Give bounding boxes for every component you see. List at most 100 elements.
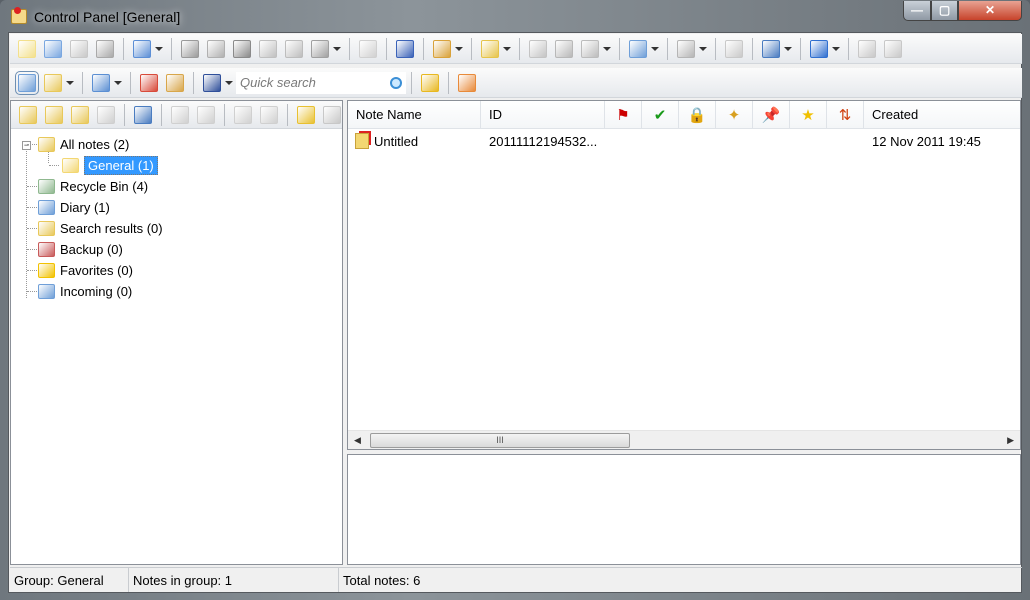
note-info-icon[interactable] [140,73,158,92]
tree-connector [27,186,37,187]
group-properties-icon[interactable] [134,105,152,124]
tree-connector [27,228,37,229]
client-area: Quick search − All notes (2) General (1) R… [8,32,1022,593]
paste-icon[interactable] [70,39,88,58]
edit-icon[interactable] [133,39,151,58]
tree-item-all-notes[interactable]: All notes (2) [38,134,129,154]
find-dropdown-arrow[interactable] [784,46,792,51]
tree-item-recycle-bin[interactable]: Recycle Bin (4) [38,176,148,196]
favorite-icon[interactable] [725,39,743,58]
calendar-icon[interactable] [629,39,647,58]
toolbar-separator [423,37,424,60]
check-dropdown-arrow[interactable] [699,46,707,51]
scroll-right-arrow[interactable]: ▶ [1007,435,1014,446]
rename-group-icon[interactable] [71,105,89,124]
view-panel-icon[interactable] [44,73,62,92]
tree-item-folder[interactable]: General (1) [62,155,158,175]
arrange-icon[interactable] [481,39,499,58]
new-subgroup-icon[interactable] [45,105,63,124]
scroll-left-arrow[interactable]: ◀ [354,435,361,446]
table-row[interactable]: Untitled 20111112194532... 12 Nov 2011 19:… [348,130,1020,152]
properties-icon[interactable] [359,39,377,58]
new-note-icon[interactable] [18,39,36,58]
package-dropdown-arrow[interactable] [455,46,463,51]
quick-search-input[interactable]: Quick search [236,71,406,94]
move-right-icon[interactable] [260,105,278,124]
package-icon[interactable] [433,39,451,58]
save-as-icon[interactable] [207,39,225,58]
horizontal-scrollbar[interactable]: ◀ III ▶ [348,430,1020,449]
tree-item-backup[interactable]: Backup (0) [38,239,123,259]
play-icon[interactable] [810,39,828,58]
duplicate-icon[interactable] [396,39,414,58]
collapse-toggle[interactable]: − [22,141,31,150]
copy-icon[interactable] [96,39,114,58]
search-placeholder: Quick search [240,75,316,90]
scroll-thumb[interactable]: III [370,433,630,448]
column-header-flag[interactable]: ⚑ [605,101,642,128]
column-header-link[interactable]: ✦ [716,101,753,128]
attach-icon[interactable] [555,39,573,58]
tree-item-label: All notes (2) [60,136,130,152]
tree-connector [27,144,37,145]
view-panel-dropdown-arrow[interactable] [66,80,74,85]
star-icon: ★ [801,106,815,124]
column-header[interactable]: Note Name [348,101,481,128]
column-header-pin[interactable]: 📌 [753,101,790,128]
send-icon[interactable] [581,39,599,58]
note-created: 12 Nov 2011 19:45 [872,133,981,149]
mail-icon[interactable] [529,39,547,58]
tree-connector [27,291,37,292]
column-header-priority[interactable]: ⇅ [827,101,864,128]
lock-icon[interactable] [858,39,876,58]
tree-item-incoming[interactable]: Incoming (0) [38,281,132,301]
columns-icon[interactable] [92,73,110,92]
tree-item-diary[interactable]: Diary (1) [38,197,110,217]
binoculars-icon[interactable] [203,73,221,92]
search-icon[interactable] [390,76,402,89]
arrange-dropdown-arrow[interactable] [503,46,511,51]
maximize-button[interactable]: ▢ [931,1,958,21]
tools-icon[interactable] [311,39,329,58]
binoculars-dropdown-arrow[interactable] [225,80,233,85]
toolbar-separator [619,37,620,60]
remove-shared-icon[interactable] [323,105,341,124]
new-group-icon[interactable] [19,105,37,124]
toolbar-separator [715,37,716,60]
calendar-dropdown-arrow[interactable] [651,46,659,51]
send-dropdown-arrow[interactable] [603,46,611,51]
toolbar-separator [161,103,162,126]
edit-dropdown-arrow[interactable] [155,46,163,51]
expand-icon[interactable] [197,105,215,124]
columns-dropdown-arrow[interactable] [114,80,122,85]
check-icon[interactable] [677,39,695,58]
column-header[interactable]: ID [481,101,605,128]
collapse-icon[interactable] [171,105,189,124]
tree-item-favorites[interactable]: Favorites (0) [38,260,133,280]
export-icon[interactable] [259,39,277,58]
column-header-star[interactable]: ★ [790,101,827,128]
find-icon[interactable] [762,39,780,58]
print-icon[interactable] [285,39,303,58]
view-list-icon[interactable] [15,70,39,95]
close-button[interactable]: ✕ [958,1,1022,21]
delete-group-icon[interactable] [97,105,115,124]
column-header[interactable]: Created [864,101,1020,128]
save-icon[interactable] [181,39,199,58]
play-dropdown-arrow[interactable] [832,46,840,51]
unlock-icon[interactable] [884,39,902,58]
help-icon[interactable] [421,73,439,92]
tools-dropdown-arrow[interactable] [333,46,341,51]
keyboard-icon[interactable] [166,73,184,92]
open-note-icon[interactable] [44,39,62,58]
minimize-button[interactable]: — [903,1,931,21]
column-header-completed[interactable]: ✔ [642,101,679,128]
tree-item-search-results[interactable]: Search results (0) [38,218,163,238]
note-id: 20111112194532... [489,133,598,149]
move-left-icon[interactable] [234,105,252,124]
save-all-icon[interactable] [233,39,251,58]
note-preview-pane[interactable] [347,454,1021,565]
add-shared-icon[interactable] [297,105,315,124]
layout-icon[interactable] [458,73,476,92]
column-header-locked[interactable]: 🔒 [679,101,716,128]
